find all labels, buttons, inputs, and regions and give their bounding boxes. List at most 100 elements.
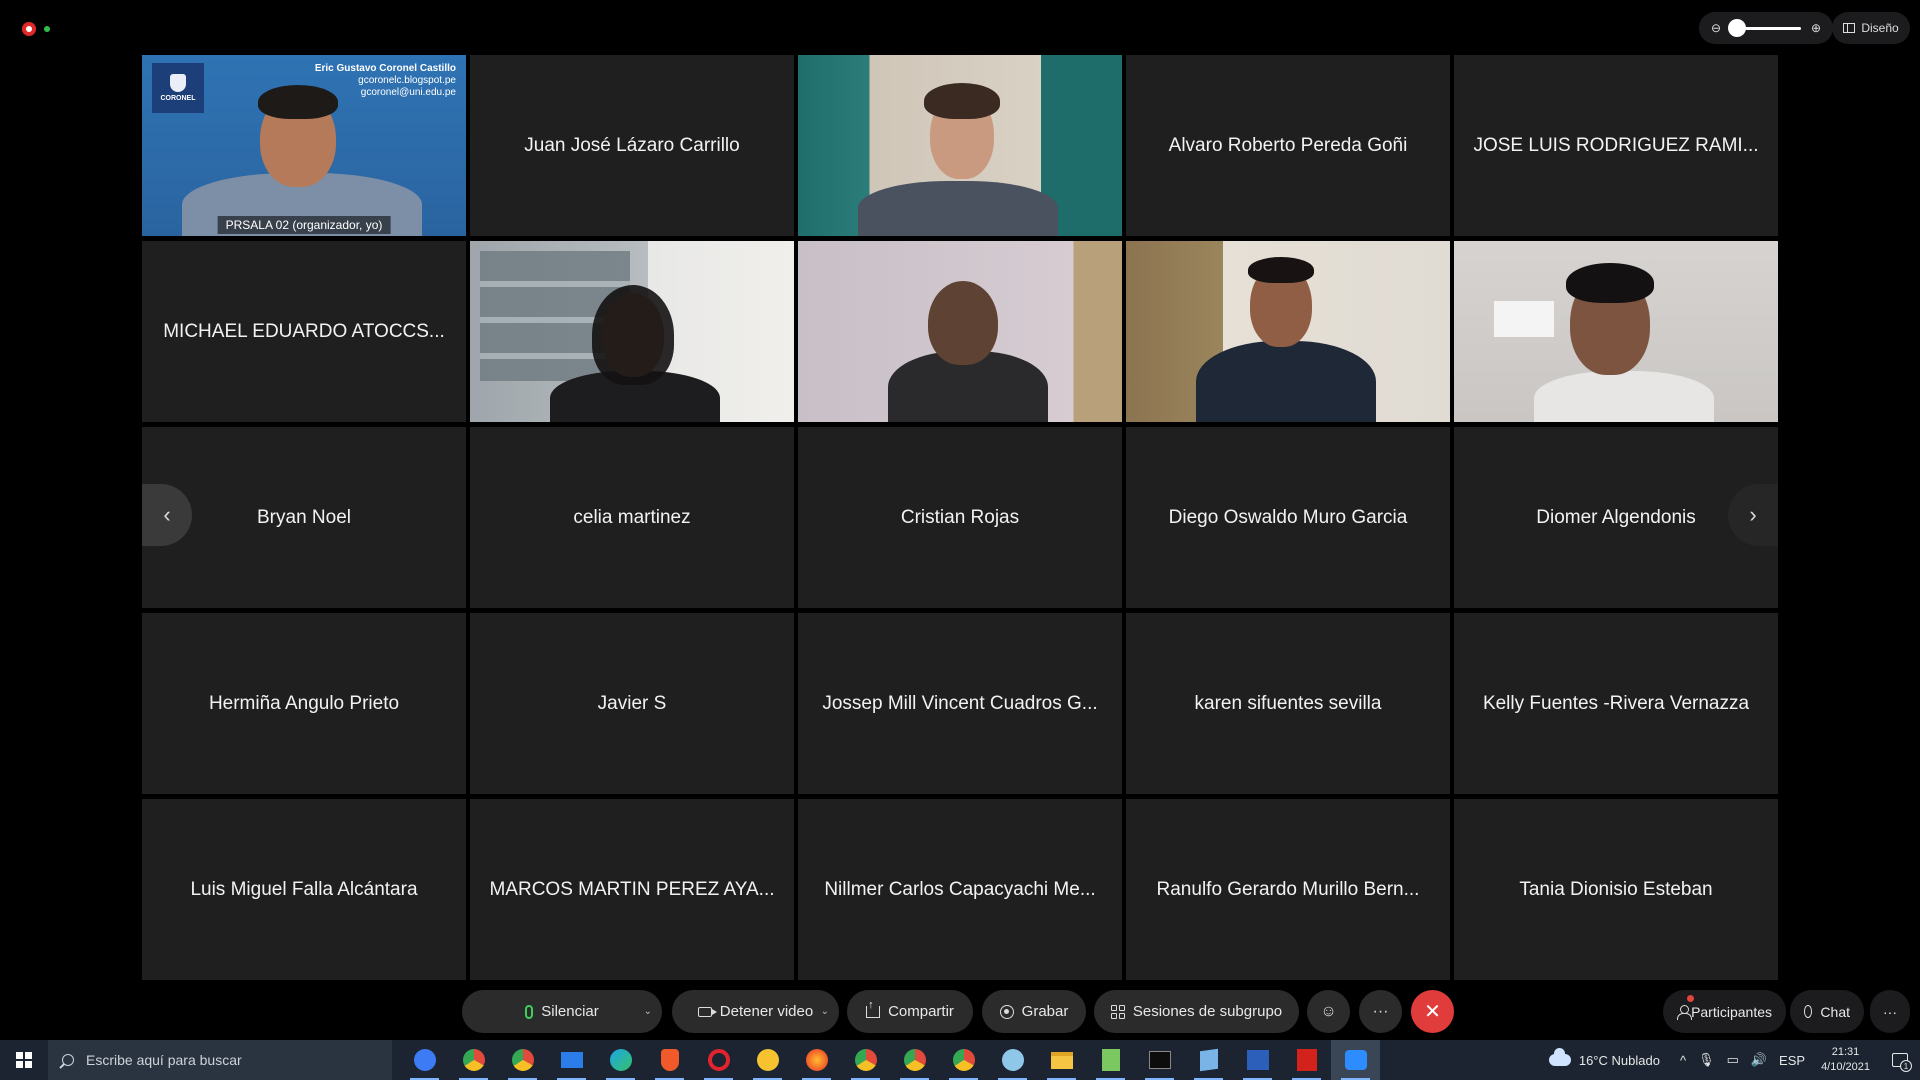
participant-tile[interactable]: Jossep Mill Vincent Cuadros G...	[798, 613, 1122, 794]
edge-icon	[609, 1049, 632, 1071]
chevron-down-icon[interactable]: ⌄	[821, 1006, 829, 1017]
taskbar-app-chrome-1[interactable]	[449, 1040, 498, 1080]
breakout-rooms-icon	[1110, 1004, 1125, 1019]
participant-tile[interactable]: JOSE LUIS RODRIGUEZ RAMI...	[1454, 55, 1778, 236]
notification-center-button[interactable]: 1	[1880, 1040, 1920, 1080]
taskbar-app-paint[interactable]	[988, 1040, 1037, 1080]
taskbar-app-brave[interactable]	[645, 1040, 694, 1080]
taskbar-search[interactable]: Escribe aquí para buscar	[48, 1040, 392, 1080]
cloud-icon	[1548, 1048, 1571, 1066]
end-call-button[interactable]: ✕	[1411, 990, 1454, 1033]
stop-video-button[interactable]: Detener video ⌄	[672, 990, 839, 1033]
mute-button[interactable]: Silenciar ⌄	[462, 990, 662, 1033]
participant-tile[interactable]: Tania Dionisio Esteban	[1454, 799, 1778, 980]
taskbar-app-virtualbox[interactable]	[1184, 1040, 1233, 1080]
zoom-slider[interactable]	[1727, 18, 1801, 37]
chat-icon	[1804, 1005, 1813, 1018]
mute-label: Silenciar	[541, 1003, 599, 1020]
taskbar-app-edge[interactable]	[596, 1040, 645, 1080]
messenger-icon	[413, 1049, 436, 1071]
participant-tile-video[interactable]	[1126, 241, 1450, 422]
participants-notification-dot	[1687, 995, 1694, 1002]
participant-tile[interactable]: Hermiña Angulo Prieto	[142, 613, 466, 794]
participants-button[interactable]: Participantes	[1663, 990, 1786, 1033]
person-body	[858, 181, 1058, 236]
person-hair	[1248, 257, 1314, 283]
taskbar-app-chrome-3[interactable]	[841, 1040, 890, 1080]
participant-tile[interactable]: Cristian Rojas	[798, 427, 1122, 608]
taskbar-app-chrome-4[interactable]	[890, 1040, 939, 1080]
participant-tile[interactable]: Alvaro Roberto Pereda Goñi	[1126, 55, 1450, 236]
overlay-blog: gcoronelc.blogspot.pe	[358, 75, 456, 86]
battery-icon[interactable]: ▭	[1727, 1052, 1739, 1068]
taskbar-app-notepad[interactable]	[1086, 1040, 1135, 1080]
camera-icon	[697, 1006, 717, 1017]
participant-tile[interactable]: MICHAEL EDUARDO ATOCCS...	[142, 241, 466, 422]
taskbar-apps	[400, 1040, 1380, 1080]
brave-icon	[660, 1049, 679, 1071]
panel-more-button[interactable]: ···	[1870, 990, 1910, 1033]
taskbar-app-tor[interactable]	[743, 1040, 792, 1080]
taskbar-app-opera[interactable]	[694, 1040, 743, 1080]
zoom-out-icon[interactable]: ⊖	[1709, 21, 1723, 35]
taskbar-app-terminal[interactable]	[1135, 1040, 1184, 1080]
taskbar-app-explorer[interactable]	[1037, 1040, 1086, 1080]
chevron-up-icon[interactable]: ^	[1680, 1053, 1686, 1068]
participant-name: Nillmer Carlos Capacyachi Me...	[824, 878, 1096, 900]
zoom-in-icon[interactable]: ⊕	[1809, 21, 1823, 35]
participant-tile[interactable]: Juan José Lázaro Carrillo	[470, 55, 794, 236]
chevron-down-icon[interactable]: ⌄	[644, 1006, 652, 1017]
participant-tile-video[interactable]	[798, 55, 1122, 236]
chat-label: Chat	[1820, 1003, 1850, 1020]
participant-tile[interactable]: Diego Oswaldo Muro Garcia	[1126, 427, 1450, 608]
volume-icon[interactable]: 🔊	[1751, 1052, 1767, 1068]
word-icon	[1246, 1050, 1269, 1070]
weather-widget[interactable]: 16°C Nublado	[1548, 1048, 1660, 1068]
participant-tile[interactable]: Nillmer Carlos Capacyachi Me...	[798, 799, 1122, 980]
person-hair	[1566, 263, 1654, 303]
taskbar-app-messenger[interactable]	[400, 1040, 449, 1080]
participant-name: Hermiña Angulo Prieto	[208, 692, 400, 714]
layout-label: Diseño	[1861, 21, 1899, 35]
record-button[interactable]: Grabar	[982, 990, 1086, 1033]
participant-tile-self[interactable]: CORONEL Eric Gustavo Coronel Castillo gc…	[142, 55, 466, 236]
participant-tile[interactable]: MARCOS MARTIN PEREZ AYA...	[470, 799, 794, 980]
taskbar-app-zoom[interactable]	[1331, 1040, 1380, 1080]
chat-button[interactable]: Chat	[1790, 990, 1864, 1033]
breakout-rooms-button[interactable]: Sesiones de subgrupo	[1094, 990, 1299, 1033]
taskbar-app-chrome-2[interactable]	[498, 1040, 547, 1080]
reactions-button[interactable]: ☺	[1307, 990, 1350, 1033]
share-button[interactable]: Compartir	[847, 990, 973, 1033]
zoom-slider-handle[interactable]	[1727, 18, 1746, 37]
paint-icon	[1001, 1049, 1024, 1071]
taskbar-app-chrome-5[interactable]	[939, 1040, 988, 1080]
taskbar-app-mail[interactable]	[547, 1040, 596, 1080]
cube-icon	[1199, 1048, 1218, 1072]
folder-icon	[1050, 1051, 1073, 1069]
taskbar-app-firefox[interactable]	[792, 1040, 841, 1080]
microphone-tray-icon[interactable]: 🎙	[1698, 1052, 1715, 1068]
start-button[interactable]	[0, 1040, 48, 1080]
language-indicator[interactable]: ESP	[1779, 1053, 1805, 1068]
participant-tile[interactable]: celia martinez	[470, 427, 794, 608]
chrome-icon	[903, 1049, 926, 1071]
participant-tile-video[interactable]	[1454, 241, 1778, 422]
participant-tile[interactable]: Luis Miguel Falla Alcántara	[142, 799, 466, 980]
layout-button[interactable]: Diseño	[1832, 12, 1910, 44]
participant-name: MARCOS MARTIN PEREZ AYA...	[489, 878, 775, 900]
participant-video	[798, 241, 1122, 422]
taskbar-app-acrobat[interactable]	[1282, 1040, 1331, 1080]
participant-tile[interactable]: Ranulfo Gerardo Murillo Bern...	[1126, 799, 1450, 980]
participant-tile[interactable]: Javier S	[470, 613, 794, 794]
participant-tile-video[interactable]	[470, 241, 794, 422]
participant-tile-video[interactable]	[798, 241, 1122, 422]
self-video: CORONEL Eric Gustavo Coronel Castillo gc…	[142, 55, 466, 236]
more-options-button[interactable]: ···	[1359, 990, 1402, 1033]
ellipsis-icon: ···	[1372, 1002, 1389, 1020]
taskbar-app-word[interactable]	[1233, 1040, 1282, 1080]
zoom-control[interactable]: ⊖ ⊕	[1699, 12, 1833, 44]
participant-tile[interactable]: karen sifuentes sevilla	[1126, 613, 1450, 794]
participant-tile[interactable]: Kelly Fuentes -Rivera Vernazza	[1454, 613, 1778, 794]
participant-video	[1454, 241, 1778, 422]
clock[interactable]: 21:31 4/10/2021	[1821, 1045, 1870, 1075]
